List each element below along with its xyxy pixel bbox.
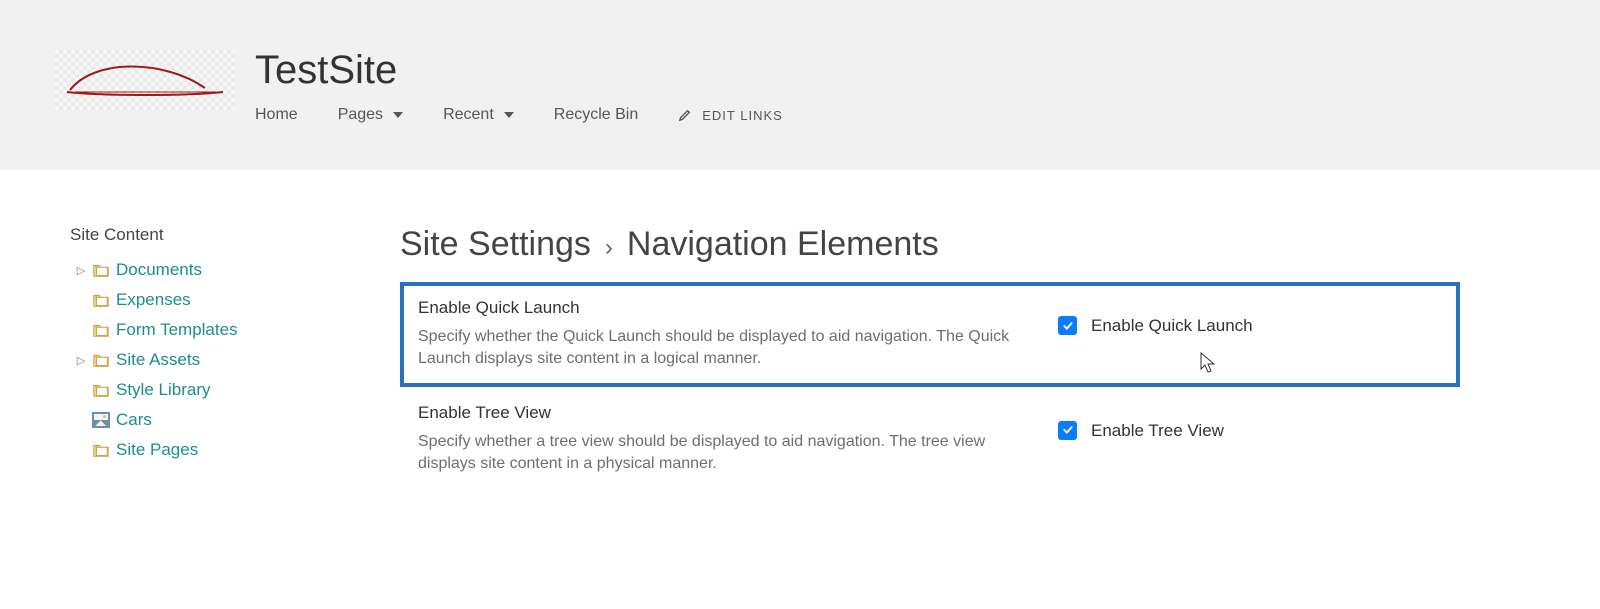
checkmark-icon xyxy=(1062,320,1074,332)
nav-pages-label: Pages xyxy=(338,106,383,124)
breadcrumb: Site Settings › Navigation Elements xyxy=(400,225,1460,264)
tree-item[interactable]: ▷ Documents xyxy=(70,255,400,285)
folder-icon xyxy=(92,381,110,399)
tree-item[interactable]: Site Pages xyxy=(70,435,400,465)
checkbox-enable-tree-view[interactable] xyxy=(1058,421,1077,440)
tree-item-label: Form Templates xyxy=(116,320,238,340)
checkbox-enable-tree-view-label: Enable Tree View xyxy=(1091,421,1224,441)
folder-icon xyxy=(92,321,110,339)
tree-item[interactable]: Form Templates xyxy=(70,315,400,345)
tree-item[interactable]: Expenses xyxy=(70,285,400,315)
chevron-down-icon xyxy=(393,112,403,118)
folder-icon xyxy=(92,351,110,369)
mouse-cursor-icon xyxy=(1200,352,1216,374)
breadcrumb-separator-icon: › xyxy=(605,234,613,262)
site-logo[interactable] xyxy=(55,50,235,110)
checkbox-enable-quick-launch[interactable] xyxy=(1058,316,1077,335)
nav-recycle-bin[interactable]: Recycle Bin xyxy=(554,106,638,124)
pencil-icon xyxy=(678,108,692,122)
nav-edit-links[interactable]: EDIT LINKS xyxy=(678,108,783,123)
top-nav: Home Pages Recent Recycle Bin EDIT LINKS xyxy=(255,106,783,124)
setting-tree-view: Enable Tree View Specify whether a tree … xyxy=(400,387,1460,492)
top-bar: TestSite Home Pages Recent Recycle Bin E… xyxy=(0,0,1600,170)
breadcrumb-current: Navigation Elements xyxy=(627,225,939,264)
tree-item[interactable]: ▷ Site Assets xyxy=(70,345,400,375)
nav-home[interactable]: Home xyxy=(255,106,298,124)
tree-item-label: Site Pages xyxy=(116,440,198,460)
tree-item[interactable]: Cars xyxy=(70,405,400,435)
tree-item-label: Style Library xyxy=(116,380,210,400)
tree-item[interactable]: Style Library xyxy=(70,375,400,405)
nav-recent[interactable]: Recent xyxy=(443,106,514,124)
nav-recent-label: Recent xyxy=(443,106,494,124)
nav-edit-links-label: EDIT LINKS xyxy=(702,108,783,123)
folder-icon xyxy=(92,441,110,459)
tree-item-label: Documents xyxy=(116,260,202,280)
car-logo-icon xyxy=(65,62,225,98)
folder-icon xyxy=(92,261,110,279)
site-title[interactable]: TestSite xyxy=(255,48,397,93)
setting-tree-view-desc: Specify whether a tree view should be di… xyxy=(418,431,1018,476)
breadcrumb-parent[interactable]: Site Settings xyxy=(400,225,591,264)
tree-item-label: Expenses xyxy=(116,290,191,310)
chevron-down-icon xyxy=(504,112,514,118)
sidebar-tree: Site Content ▷ Documents Expenses Form Temp… xyxy=(70,225,400,492)
nav-pages[interactable]: Pages xyxy=(338,106,403,124)
picture-library-icon xyxy=(92,412,110,428)
tree-item-label: Site Assets xyxy=(116,350,200,370)
sidebar-header: Site Content xyxy=(70,225,400,245)
main-content: Site Settings › Navigation Elements Enab… xyxy=(400,225,1600,492)
tree-expand-icon[interactable]: ▷ xyxy=(70,354,92,367)
tree-item-label: Cars xyxy=(116,410,152,430)
checkmark-icon xyxy=(1062,424,1074,436)
setting-quick-launch: Enable Quick Launch Specify whether the … xyxy=(400,282,1460,387)
setting-quick-launch-title: Enable Quick Launch xyxy=(418,298,1018,318)
folder-icon xyxy=(92,291,110,309)
checkbox-enable-quick-launch-label: Enable Quick Launch xyxy=(1091,316,1253,336)
setting-tree-view-title: Enable Tree View xyxy=(418,403,1018,423)
tree-expand-icon[interactable]: ▷ xyxy=(70,264,92,277)
setting-quick-launch-desc: Specify whether the Quick Launch should … xyxy=(418,326,1018,371)
